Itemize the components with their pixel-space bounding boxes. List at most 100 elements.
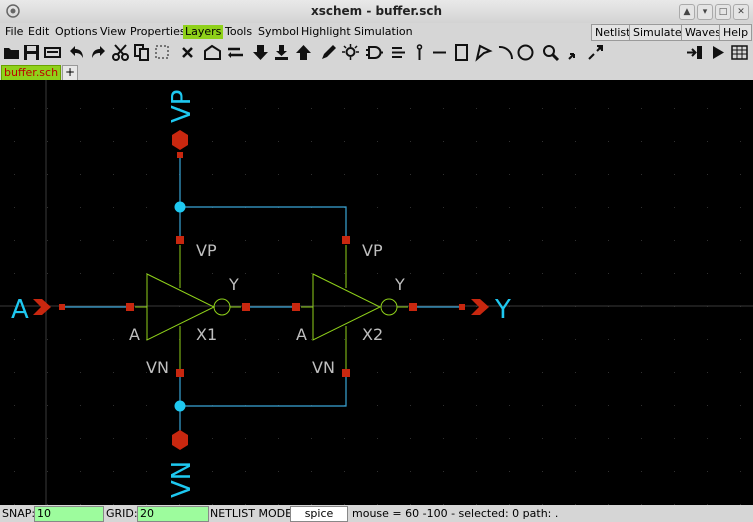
delete-icon[interactable] (153, 43, 172, 62)
zoom-out-icon[interactable] (566, 43, 585, 62)
grid-dot (344, 471, 345, 472)
schematic-canvas[interactable]: VP Y A X1 VN VP Y A X2 VN A Y VP VN (0, 80, 753, 505)
grid-dot (542, 108, 543, 109)
pin-vn[interactable]: VN (167, 430, 197, 498)
copy-icon[interactable] (132, 43, 151, 62)
save-icon[interactable] (22, 43, 41, 62)
netlist-button[interactable]: Netlist (591, 24, 635, 41)
close-button[interactable]: ✕ (733, 4, 749, 20)
menu-simulation[interactable]: Simulation (352, 25, 415, 39)
grid-dot (707, 471, 708, 472)
grid-dot (311, 471, 312, 472)
grid-dot (278, 372, 279, 373)
redo-icon[interactable] (89, 43, 108, 62)
grid-field[interactable]: 20 (137, 506, 209, 522)
move-up-icon[interactable] (294, 43, 313, 62)
grid-dot (311, 240, 312, 241)
grid-dot (641, 438, 642, 439)
menu-file[interactable]: File (3, 25, 25, 39)
grid-dot (608, 339, 609, 340)
grid-dot (377, 273, 378, 274)
grid-dot (245, 339, 246, 340)
add-tab-button[interactable]: + (62, 65, 78, 81)
menu-properties[interactable]: Properties (128, 25, 188, 39)
pen-icon[interactable] (319, 43, 338, 62)
grid-dot (443, 240, 444, 241)
open-icon[interactable] (2, 43, 21, 62)
grid-dot (278, 339, 279, 340)
zoom-icon[interactable] (541, 43, 560, 62)
toolbar (0, 41, 753, 64)
menu-layers[interactable]: Layers (183, 25, 224, 39)
grid-dot (212, 141, 213, 142)
reload-icon[interactable] (43, 43, 62, 62)
simulate-button[interactable]: Simulate (629, 24, 686, 41)
arc-icon[interactable] (496, 43, 515, 62)
grid-dot (410, 372, 411, 373)
line-icon[interactable] (430, 43, 449, 62)
grid-dot (575, 405, 576, 406)
netlist-mode-field[interactable]: spice (290, 506, 348, 522)
grid-dot (14, 240, 15, 241)
grid-dot (410, 273, 411, 274)
schematic-svg[interactable]: VP Y A X1 VN VP Y A X2 VN A Y VP VN (0, 80, 753, 505)
help-button[interactable]: Help (719, 24, 753, 41)
menu-edit[interactable]: Edit (26, 25, 51, 39)
grid-dot (410, 471, 411, 472)
push-icon[interactable] (272, 43, 291, 62)
grid-dot (641, 471, 642, 472)
x1-y-label: Y (228, 275, 239, 294)
grid-dot (674, 141, 675, 142)
snap-field[interactable]: 10 (34, 506, 104, 522)
grid-dot (674, 471, 675, 472)
play-icon[interactable] (708, 43, 727, 62)
pin-a[interactable]: A (11, 295, 65, 325)
insert-symbol-icon[interactable] (203, 43, 222, 62)
grid-dot (278, 240, 279, 241)
maximize-button[interactable]: □ (715, 4, 731, 20)
menu-symbol[interactable]: Symbol (256, 25, 301, 39)
netlabel-icon[interactable] (389, 43, 408, 62)
polygon-icon[interactable] (474, 43, 493, 62)
grid-dot (509, 240, 510, 241)
bulb-icon[interactable] (341, 43, 360, 62)
grid-dot (80, 471, 81, 472)
minimize-button[interactable]: ▾ (697, 4, 713, 20)
grid-dot (311, 141, 312, 142)
keep-above-button[interactable]: ▲ (679, 4, 695, 20)
pin-y[interactable]: Y (459, 295, 511, 325)
grid-dot (146, 174, 147, 175)
grid-icon[interactable] (730, 43, 749, 62)
cut-icon[interactable] (111, 43, 130, 62)
grid-dot (707, 372, 708, 373)
tab-buffer-sch[interactable]: buffer.sch (1, 65, 62, 81)
menu-view[interactable]: View (98, 25, 128, 39)
close-x-icon[interactable] (178, 43, 197, 62)
zoom-in-icon[interactable] (586, 43, 605, 62)
circle-icon[interactable] (516, 43, 535, 62)
goto-netlist-icon[interactable] (685, 43, 704, 62)
gate-icon[interactable] (365, 43, 384, 62)
grid-dot (674, 174, 675, 175)
pin-icon[interactable] (410, 43, 429, 62)
grid-dot (443, 471, 444, 472)
pin-vp[interactable]: VP (167, 90, 197, 158)
grid-dot (377, 405, 378, 406)
grid-dot (245, 240, 246, 241)
rect-icon[interactable] (452, 43, 471, 62)
grid-dot (575, 471, 576, 472)
grid-dot (278, 174, 279, 175)
grid-dot (14, 405, 15, 406)
undo-icon[interactable] (67, 43, 86, 62)
grid-dot (542, 372, 543, 373)
menu-options[interactable]: Options (53, 25, 99, 39)
grid-dot (740, 108, 741, 109)
grid-dot (113, 108, 114, 109)
menu-tools[interactable]: Tools (223, 25, 254, 39)
grid-dot (410, 207, 411, 208)
menu-highlight[interactable]: Highlight (299, 25, 353, 39)
wire-icon[interactable] (226, 43, 245, 62)
grid-dot (443, 372, 444, 373)
move-down-icon[interactable] (251, 43, 270, 62)
grid-dot (344, 438, 345, 439)
